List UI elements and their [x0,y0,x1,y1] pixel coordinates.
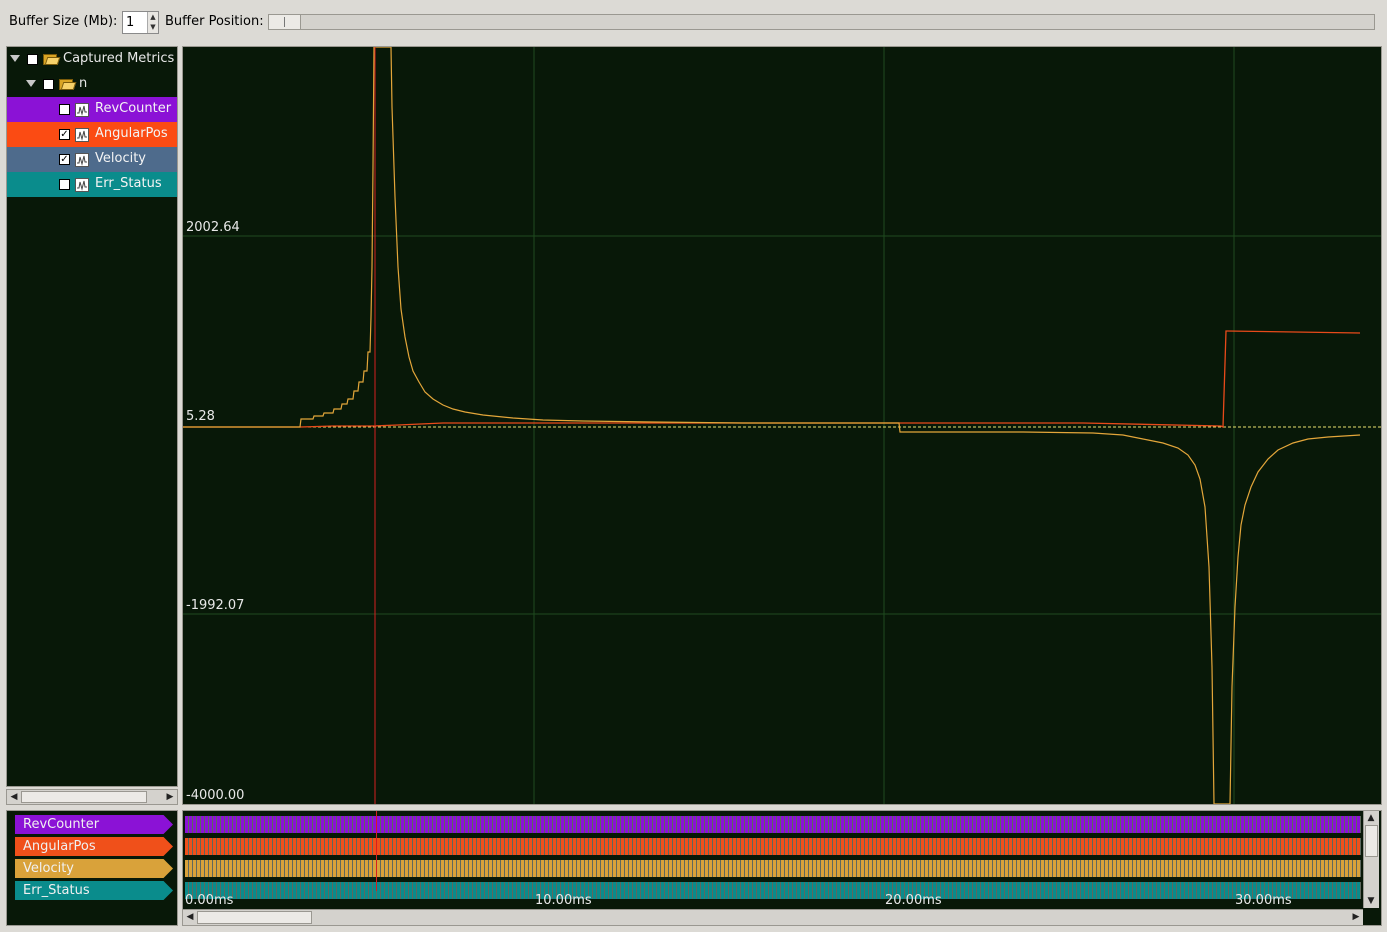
signal-checkbox[interactable]: ✓ [59,129,70,140]
y-axis-label: -1992.07 [186,598,245,613]
timeline-cursor[interactable] [376,811,377,891]
scroll-right-icon[interactable]: ▶ [163,790,177,804]
timeline-legend: RevCounter AngularPos Velocity Err_Statu… [6,810,178,926]
time-tick-label: 10.00ms [535,893,592,908]
timeline-lane-angularpos [185,838,1361,855]
signal-plot[interactable]: 2002.64 5.28 -1992.07 -4000.00 [182,46,1382,805]
tree-horizontal-scrollbar[interactable]: ◀ ▶ [6,789,178,805]
signal-label: Err_Status [95,176,162,191]
tree-signal-row[interactable]: RevCounter [7,97,177,122]
expand-triangle-icon[interactable] [26,80,36,87]
timeline-horizontal-scrollbar[interactable]: ◀ ▶ [183,909,1363,925]
signal-label: AngularPos [95,126,168,141]
buffer-size-value[interactable]: 1 [126,15,134,30]
plot-canvas[interactable] [183,47,1381,804]
timeline-hscroll-thumb[interactable] [197,911,312,924]
waveform-icon [75,153,89,167]
buffer-position-handle[interactable] [269,15,301,29]
time-tick-label: 20.00ms [885,893,942,908]
waveform-icon [75,178,89,192]
folder-open-icon [43,53,61,65]
scroll-down-icon[interactable]: ▼ [1364,894,1378,908]
tree-root-checkbox[interactable] [27,54,38,65]
signal-label: Velocity [95,151,146,166]
tree-root-label: Captured Metrics [63,51,175,66]
timeline-tag-angularpos[interactable]: AngularPos [15,837,173,856]
tree-root-row[interactable]: Captured Metrics [7,47,177,72]
tree-group-checkbox[interactable] [43,79,54,90]
waveform-icon [75,103,89,117]
tree-scroll-thumb[interactable] [21,791,147,803]
timeline-vscroll-thumb[interactable] [1365,825,1378,857]
signal-checkbox[interactable]: ✓ [59,154,70,165]
y-axis-label: 5.28 [186,409,215,424]
timeline-tag-velocity[interactable]: Velocity [15,859,173,878]
tree-signal-row[interactable]: Err_Status [7,172,177,197]
scroll-left-icon[interactable]: ◀ [183,910,197,924]
toolbar: Buffer Size (Mb): 1 ▲ ▼ Buffer Position: [0,0,1387,44]
folder-open-icon [59,78,77,90]
scroll-up-icon[interactable]: ▲ [1364,811,1378,825]
scroll-left-icon[interactable]: ◀ [7,790,21,804]
time-tick-label: 30.00ms [1235,893,1292,908]
tree-signal-row[interactable]: ✓ AngularPos [7,122,177,147]
timeline-vertical-scrollbar[interactable]: ▲ ▼ [1363,811,1379,908]
spin-down-icon[interactable]: ▼ [147,22,158,33]
metrics-tree: Captured Metrics n RevCounter ✓ AngularPos… [6,46,178,787]
timeline-tag-revcounter[interactable]: RevCounter [15,815,173,834]
buffer-size-spinner[interactable]: 1 ▲ ▼ [122,11,159,34]
timeline-overview[interactable]: 0.00ms 10.00ms 20.00ms 30.00ms ▲ ▼ ◀ ▶ [182,810,1382,926]
buffer-position-label: Buffer Position: [165,14,264,29]
timeline-tag-err-status[interactable]: Err_Status [15,881,173,900]
timeline-lane-revcounter [185,816,1361,833]
y-axis-label: 2002.64 [186,220,240,235]
timeline-lane-velocity [185,860,1361,877]
tree-signal-row[interactable]: ✓ Velocity [7,147,177,172]
buffer-position-slider[interactable] [268,14,1375,30]
expand-triangle-icon[interactable] [10,55,20,62]
tree-group-label: n [79,76,88,91]
signal-checkbox[interactable] [59,104,70,115]
signal-checkbox[interactable] [59,179,70,190]
scroll-right-icon[interactable]: ▶ [1349,910,1363,924]
buffer-size-label: Buffer Size (Mb): [9,14,118,29]
signal-label: RevCounter [95,101,172,116]
time-tick-label: 0.00ms [185,893,234,908]
y-axis-label: -4000.00 [186,788,245,803]
timeline-lane-err-status [185,882,1361,899]
angularpos-trace [183,330,1361,429]
waveform-icon [75,128,89,142]
tree-group-row[interactable]: n [7,72,177,97]
